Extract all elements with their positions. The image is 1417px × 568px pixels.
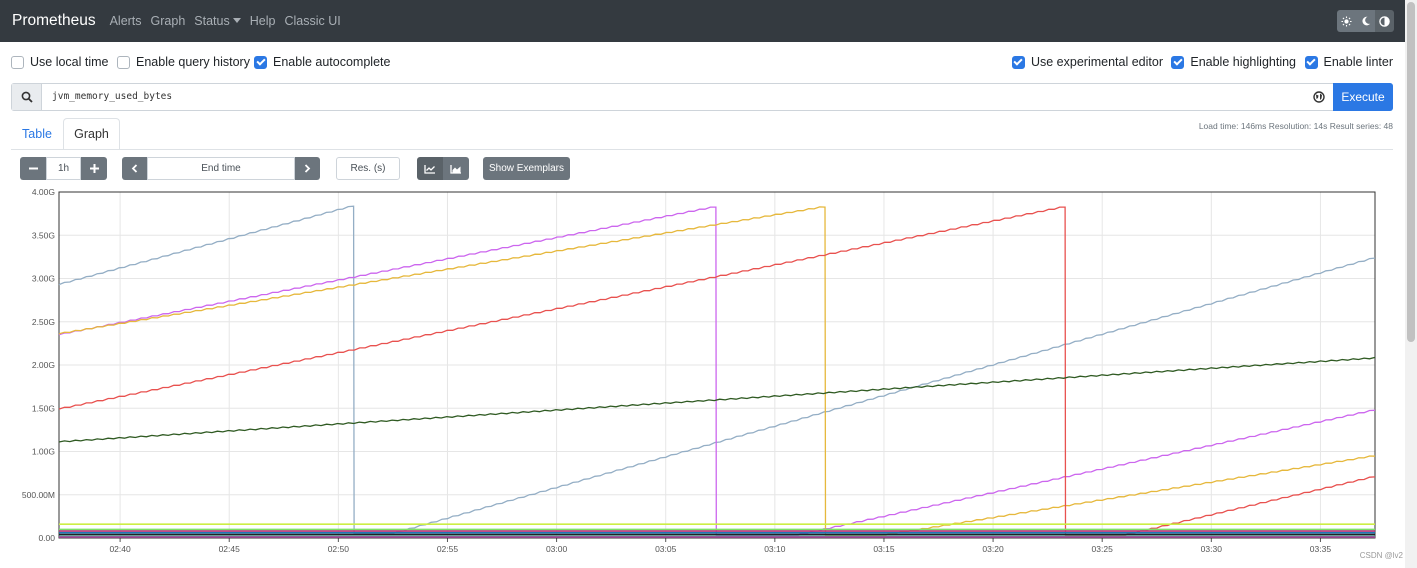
dark-theme-icon[interactable] [1356, 10, 1375, 32]
x-tick-label: 02:45 [219, 544, 241, 554]
enable-autocomplete-option[interactable]: Enable autocomplete [254, 55, 390, 69]
theme-toggle-group [1337, 10, 1394, 32]
x-tick-label: 03:35 [1310, 544, 1332, 554]
page-scrollbar[interactable] [1405, 0, 1417, 568]
nav-help[interactable]: Help [250, 14, 276, 28]
y-tick-label: 3.50G [32, 230, 55, 240]
enable-autocomplete-label: Enable autocomplete [273, 55, 391, 69]
query-stats: Load time: 146ms Resolution: 14s Result … [1198, 121, 1393, 131]
y-tick-label: 2.00G [32, 360, 55, 370]
y-tick-label: 0.00 [38, 533, 55, 543]
chart-svg: 4.00G 3.50G 3.00G 2.50G 2.00G 1.50G 1.00G 500.0… [22, 187, 1376, 554]
scrollbar-thumb[interactable] [1407, 2, 1415, 342]
x-tick-label: 02:55 [437, 544, 459, 554]
resolution-input[interactable]: Res. (s) [336, 157, 400, 180]
nav-alerts[interactable]: Alerts [110, 14, 142, 28]
nav-status-label: Status [194, 14, 230, 28]
nav-graph[interactable]: Graph [151, 14, 186, 28]
top-navbar: Prometheus Alerts Graph Status Help Clas… [0, 0, 1405, 42]
x-tick-label: 03:05 [655, 544, 677, 554]
tab-graph[interactable]: Graph [63, 118, 120, 150]
use-local-time-checkbox[interactable] [11, 55, 24, 69]
execute-button[interactable]: Execute [1333, 83, 1393, 111]
enable-linter-checkbox[interactable] [1304, 55, 1318, 69]
chevron-down-icon [232, 18, 241, 23]
stacked-chart-icon[interactable] [443, 157, 469, 180]
show-exemplars-button[interactable]: Show Exemplars [483, 157, 570, 180]
y-tick-label: 1.50G [32, 403, 55, 413]
enable-highlighting-checkbox[interactable] [1171, 55, 1185, 69]
graph-chart[interactable]: 4.00G 3.50G 3.00G 2.50G 2.00G 1.50G 1.00G 500.0… [14, 184, 1382, 558]
enable-query-history-option[interactable]: Enable query history [117, 55, 250, 69]
auto-theme-icon[interactable] [1375, 10, 1394, 32]
options-bar: Use local time Enable query history Enab… [0, 55, 1405, 71]
enable-query-history-label: Enable query history [136, 55, 250, 69]
x-tick-label: 02:40 [109, 544, 131, 554]
chevron-left-icon[interactable] [122, 157, 147, 180]
metrics-explorer-globe-icon[interactable] [1305, 84, 1333, 110]
x-tick-label: 03:25 [1092, 544, 1114, 554]
y-tick-label: 2.50G [32, 317, 55, 327]
chevron-right-icon[interactable] [295, 157, 320, 180]
query-bar: jvm_memory_used_bytes Execute [11, 83, 1393, 111]
x-tick-label: 03:15 [873, 544, 895, 554]
use-local-time-label: Use local time [30, 55, 109, 69]
series-line [58, 206, 1376, 537]
y-tick-label: 3.00G [32, 274, 55, 284]
enable-query-history-checkbox[interactable] [117, 55, 130, 69]
x-tick-label: 03:10 [764, 544, 786, 554]
y-tick-label: 500.00M [22, 490, 55, 500]
x-tick-label: 03:30 [1201, 544, 1223, 554]
x-tick-label: 03:20 [982, 544, 1004, 554]
nav-classic-ui[interactable]: Classic UI [284, 14, 340, 28]
tab-table[interactable]: Table [11, 118, 63, 150]
use-experimental-editor-option[interactable]: Use experimental editor [1011, 55, 1163, 69]
enable-highlighting-label: Enable highlighting [1190, 55, 1296, 69]
tabs-divider [11, 149, 1393, 150]
range-input[interactable]: 1h [46, 157, 81, 180]
decrease-range-button[interactable] [20, 157, 46, 180]
panel-tabs: Table Graph [11, 118, 1393, 150]
use-experimental-editor-checkbox[interactable] [1011, 55, 1025, 69]
enable-autocomplete-checkbox[interactable] [254, 55, 267, 69]
increase-range-button[interactable] [81, 157, 107, 180]
query-expression-input[interactable]: jvm_memory_used_bytes [42, 84, 1305, 110]
graph-controls: 1h End time Res. (s) Show Exemplars [20, 157, 580, 180]
y-tick-label: 4.00G [32, 187, 55, 197]
use-experimental-editor-label: Use experimental editor [1030, 55, 1163, 69]
series-line [58, 206, 1376, 537]
x-tick-label: 02:50 [328, 544, 350, 554]
end-time-input[interactable]: End time [147, 157, 295, 180]
line-chart-icon[interactable] [417, 157, 443, 180]
series-line [58, 206, 1376, 537]
use-local-time-option[interactable]: Use local time [11, 55, 109, 69]
search-icon [12, 84, 42, 110]
y-tick-label: 1.00G [32, 447, 55, 457]
light-theme-icon[interactable] [1337, 10, 1356, 32]
enable-highlighting-option[interactable]: Enable highlighting [1171, 55, 1296, 69]
nav-status[interactable]: Status [194, 14, 241, 28]
watermark-text: CSDN @lv2 [1359, 551, 1403, 560]
enable-linter-option[interactable]: Enable linter [1304, 55, 1394, 69]
enable-linter-label: Enable linter [1323, 55, 1394, 69]
brand-logo[interactable]: Prometheus [12, 12, 96, 30]
x-tick-label: 03:00 [546, 544, 568, 554]
